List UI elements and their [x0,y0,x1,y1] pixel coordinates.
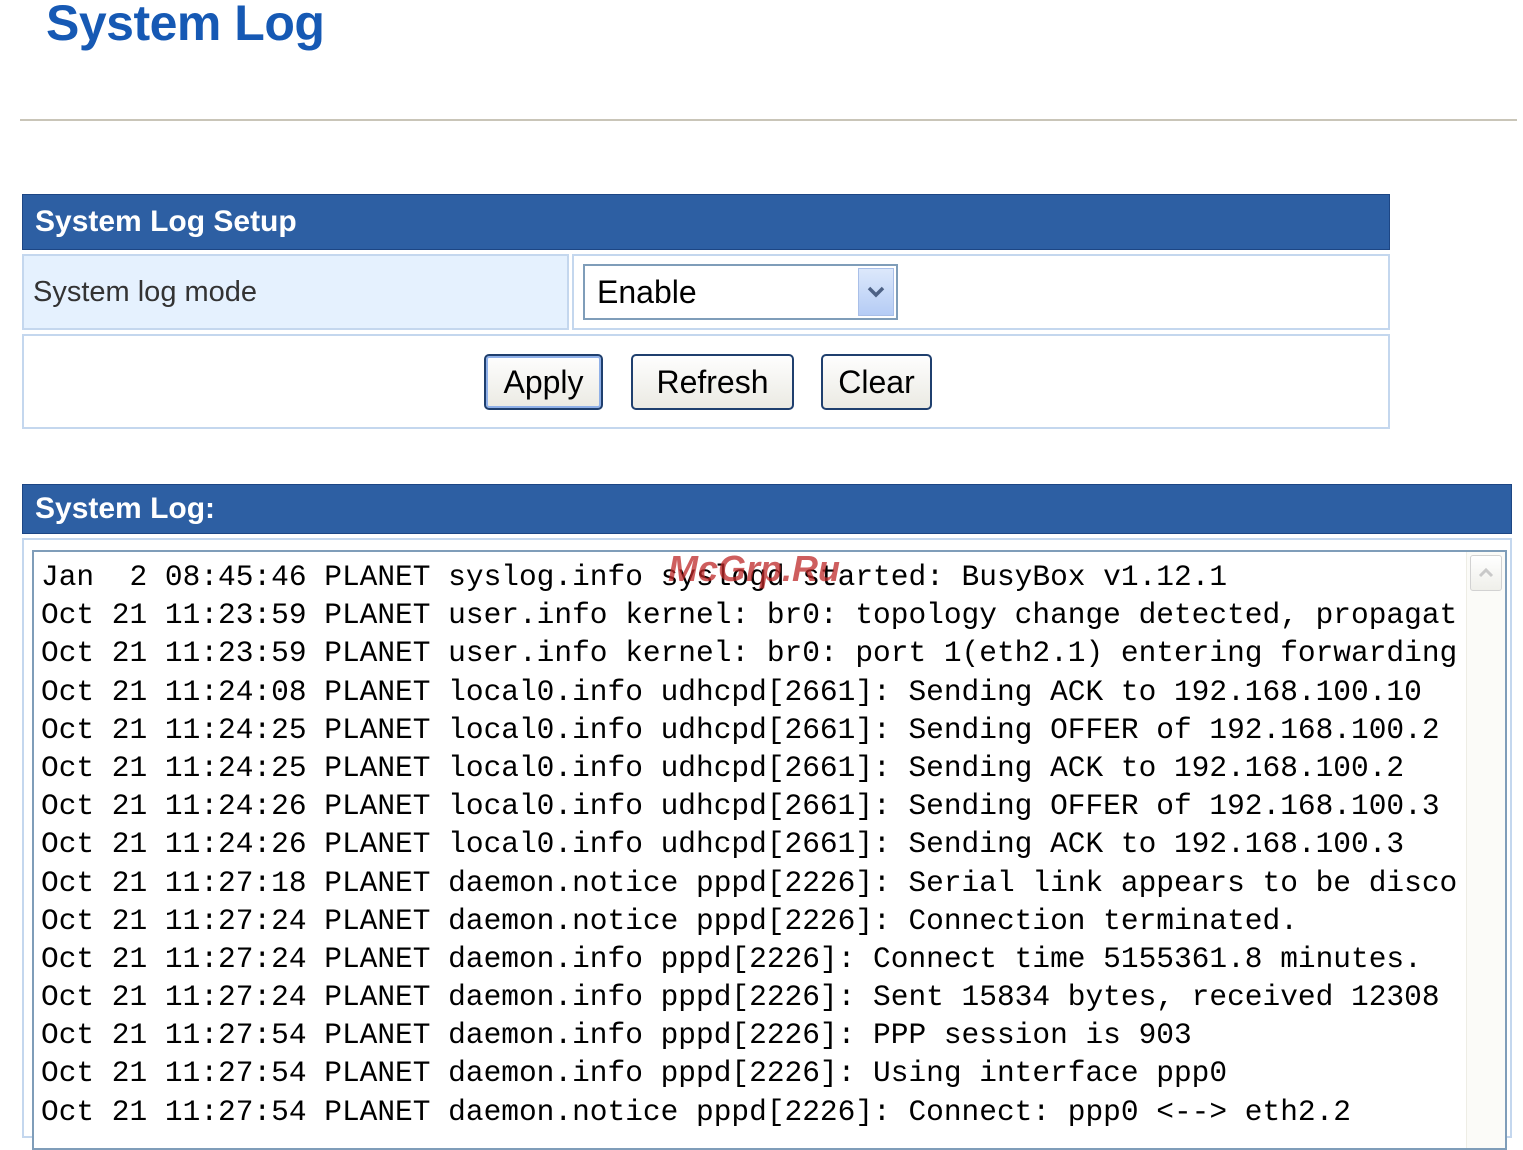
log-mode-value-cell: Enable [572,254,1390,330]
title-divider [20,119,1517,121]
apply-button[interactable]: Apply [484,354,603,410]
setup-section-title: System Log Setup [35,205,297,238]
chevron-down-icon[interactable] [858,268,894,316]
log-lines: Jan 2 08:45:46 PLANET syslog.info syslog… [41,558,1457,1131]
clear-button[interactable]: Clear [821,354,932,410]
log-textarea[interactable]: Jan 2 08:45:46 PLANET syslog.info syslog… [32,550,1507,1150]
page-title: System Log [46,0,325,51]
setup-actions: Apply Refresh Clear [22,334,1390,429]
chevron-up-icon[interactable] [1470,555,1502,591]
log-section-title: System Log: [35,492,216,525]
log-line: Oct 21 11:27:24 PLANET daemon.info pppd[… [41,980,1440,1015]
log-line: Oct 21 11:24:25 PLANET local0.info udhcp… [41,712,1440,747]
log-line: Oct 21 11:27:24 PLANET daemon.notice ppp… [41,903,1298,938]
log-line: Oct 21 11:27:54 PLANET daemon.info pppd[… [41,1018,1192,1053]
log-line: Oct 21 11:24:25 PLANET local0.info udhcp… [41,750,1405,785]
log-line: Oct 21 11:27:54 PLANET daemon.info pppd[… [41,1056,1228,1091]
log-line: Oct 21 11:27:54 PLANET daemon.notice ppp… [41,1094,1352,1129]
log-frame: Jan 2 08:45:46 PLANET syslog.info syslog… [22,538,1512,1150]
log-section-header: System Log: [22,484,1512,534]
log-mode-label: System log mode [22,254,569,330]
log-line: Jan 2 08:45:46 PLANET syslog.info syslog… [41,560,1228,594]
log-line: Oct 21 11:24:26 PLANET local0.info udhcp… [41,789,1440,824]
log-line: Oct 21 11:23:59 PLANET user.info kernel:… [41,636,1458,671]
log-line: Oct 21 11:23:59 PLANET user.info kernel:… [41,598,1458,633]
log-line: Oct 21 11:27:24 PLANET daemon.info pppd[… [41,941,1422,976]
setup-section-header: System Log Setup [22,194,1390,250]
log-scrollbar[interactable] [1466,552,1505,1148]
log-mode-selected-value: Enable [597,274,697,310]
log-line: Oct 21 11:27:18 PLANET daemon.notice ppp… [41,865,1458,900]
log-line: Oct 21 11:24:08 PLANET local0.info udhcp… [41,674,1422,709]
log-mode-row: System log mode Enable [22,254,1390,330]
log-mode-select[interactable]: Enable [583,264,898,320]
refresh-button[interactable]: Refresh [631,354,794,410]
log-line: Oct 21 11:24:26 PLANET local0.info udhcp… [41,827,1405,862]
